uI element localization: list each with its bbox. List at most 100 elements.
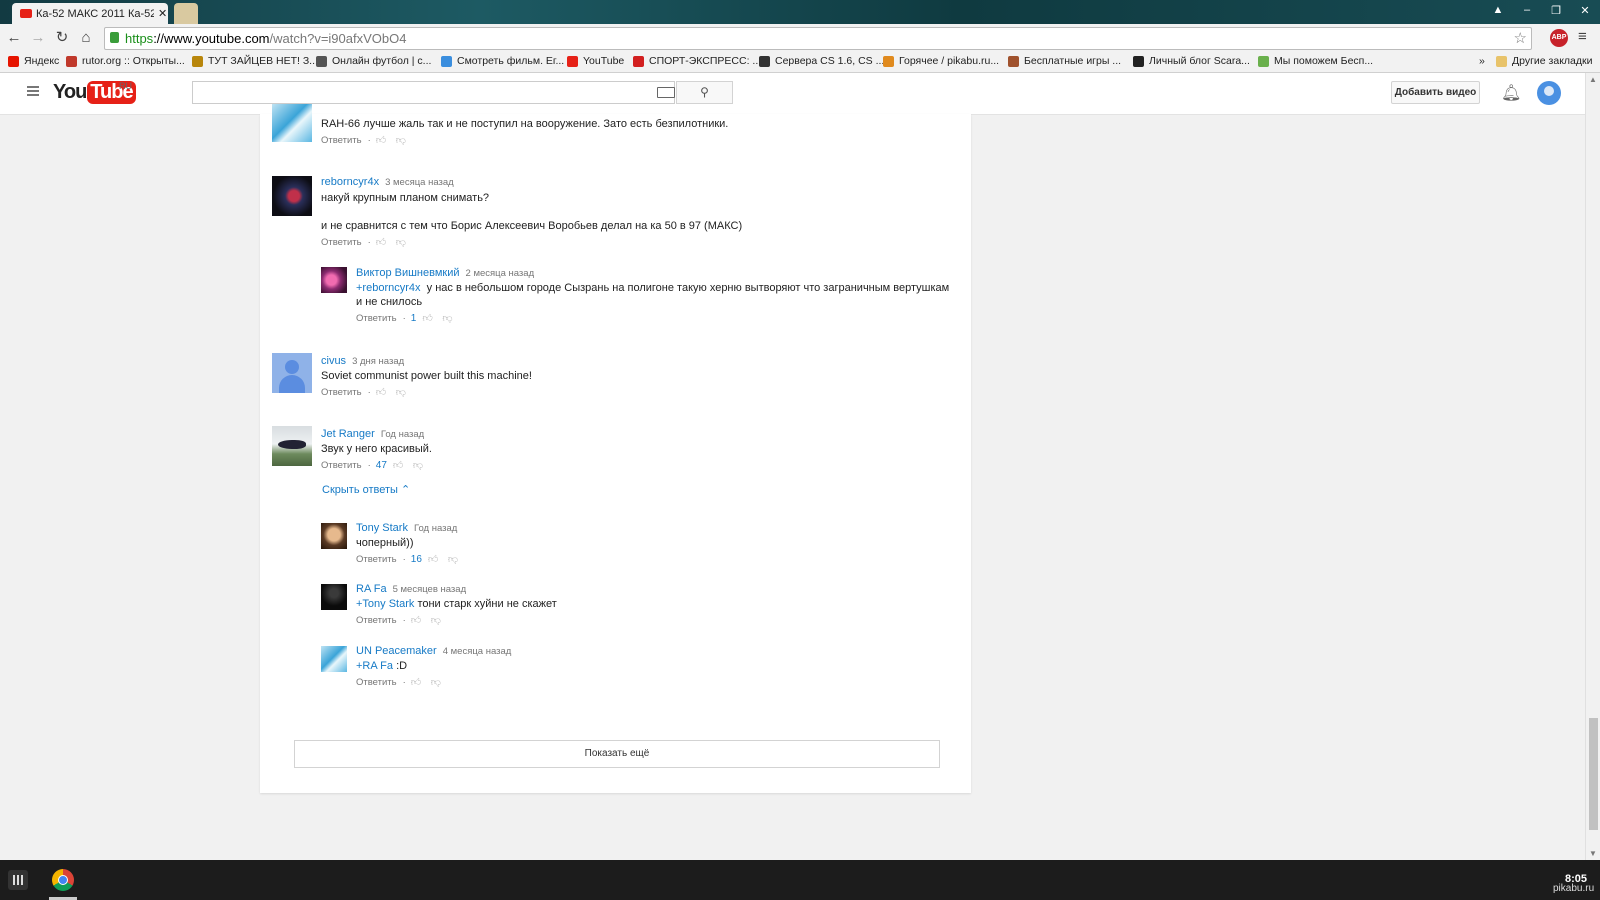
- lock-icon: [110, 32, 119, 43]
- new-tab-button[interactable]: [174, 3, 198, 24]
- avatar[interactable]: [321, 584, 347, 610]
- bookmark-item[interactable]: Мы поможем Бесп...: [1258, 55, 1373, 67]
- reply-link[interactable]: Ответить: [321, 135, 362, 146]
- bookmark-item[interactable]: ТУТ ЗАЙЦЕВ НЕТ! З...: [192, 55, 318, 67]
- tab-close-icon[interactable]: ✕: [158, 7, 167, 20]
- comment-time[interactable]: 3 месяца назад: [385, 177, 454, 188]
- chrome-menu-icon[interactable]: ≡: [1578, 28, 1587, 45]
- bookmark-item[interactable]: Бесплатные игры ...: [1008, 55, 1121, 67]
- bookmark-item[interactable]: Смотреть фильм. Ег...: [441, 55, 564, 67]
- avatar[interactable]: [321, 523, 347, 549]
- mention-link[interactable]: +reborncyr4x: [356, 282, 421, 294]
- thumbs-up-icon[interactable]: 👍︎: [376, 237, 386, 248]
- home-icon[interactable]: ⌂: [76, 28, 96, 48]
- avatar[interactable]: [272, 176, 312, 216]
- comment-time[interactable]: 3 дня назад: [352, 356, 404, 367]
- thumbs-down-icon[interactable]: 👎︎: [448, 554, 458, 565]
- thumbs-down-icon[interactable]: 👎︎: [442, 313, 452, 324]
- upload-button[interactable]: Добавить видео: [1391, 81, 1480, 104]
- comment-time[interactable]: 4 месяца назад: [443, 646, 512, 657]
- avatar[interactable]: [321, 646, 347, 672]
- avatar[interactable]: [272, 104, 312, 142]
- like-count: 1: [410, 313, 417, 324]
- reply-link[interactable]: Ответить: [321, 387, 362, 398]
- avatar[interactable]: [272, 426, 312, 466]
- chrome-icon[interactable]: [52, 869, 74, 891]
- thumbs-down-icon[interactable]: 👎︎: [396, 237, 406, 248]
- thumbs-up-icon[interactable]: 👍︎: [411, 615, 421, 626]
- thumbs-down-icon[interactable]: 👎︎: [413, 460, 423, 471]
- restore-icon[interactable]: ❐: [1545, 4, 1567, 17]
- profile-icon[interactable]: ▲: [1487, 4, 1509, 16]
- account-avatar[interactable]: [1537, 81, 1561, 105]
- other-bookmarks[interactable]: Другие закладки: [1496, 55, 1592, 67]
- reply-link[interactable]: Ответить: [356, 677, 397, 688]
- reply-link[interactable]: Ответить: [356, 313, 397, 324]
- bookmark-item[interactable]: СПОРТ-ЭКСПРЕСС: ...: [633, 55, 761, 67]
- comment-time[interactable]: Год назад: [381, 429, 424, 440]
- comment-author[interactable]: civus: [321, 355, 346, 367]
- like-count: 16: [410, 554, 422, 565]
- comment-author[interactable]: Виктор Вишневмкий: [356, 267, 460, 279]
- more-bookmarks-chevron[interactable]: »: [1479, 55, 1485, 67]
- mention-link[interactable]: +RA Fa: [356, 660, 393, 672]
- thumbs-down-icon[interactable]: 👎︎: [396, 135, 406, 146]
- thumbs-up-icon[interactable]: 👍︎: [376, 135, 386, 146]
- thumbs-up-icon[interactable]: 👍︎: [422, 313, 432, 324]
- tab-youtube-video[interactable]: Ка-52 МАКС 2011 Ка-52 ( ✕: [12, 3, 168, 24]
- bookmark-item[interactable]: Сервера CS 1.6, CS ...: [759, 55, 884, 67]
- reply-link[interactable]: Ответить: [321, 460, 362, 471]
- thumbs-up-icon[interactable]: 👍︎: [428, 554, 438, 565]
- minimize-icon[interactable]: –: [1516, 4, 1538, 16]
- bookmark-star-icon[interactable]: ☆: [1514, 28, 1527, 49]
- hide-replies-link[interactable]: Скрыть ответы ⌃: [322, 483, 410, 496]
- comment-author[interactable]: UN Peacemaker: [356, 645, 437, 657]
- reload-icon[interactable]: ↻: [52, 28, 72, 48]
- adblock-plus-icon[interactable]: ABP: [1550, 29, 1568, 47]
- bookmark-item[interactable]: Яндекс: [8, 55, 59, 67]
- app-launcher-icon[interactable]: [8, 870, 28, 890]
- scroll-down-arrow-icon[interactable]: ▼: [1589, 849, 1597, 858]
- page-scrollbar[interactable]: ▲ ▼: [1585, 73, 1600, 860]
- comment-author[interactable]: reborncyr4x: [321, 176, 379, 188]
- comment-author[interactable]: RA Fa: [356, 583, 387, 595]
- thumbs-down-icon[interactable]: 👎︎: [431, 615, 441, 626]
- forward-arrow-icon[interactable]: →: [28, 28, 48, 48]
- bookmark-item[interactable]: Личный блог Scara...: [1133, 55, 1250, 67]
- notifications-bell-icon[interactable]: 🔔︎: [1501, 83, 1521, 103]
- bookmark-item[interactable]: Онлайн футбол | с...: [316, 55, 431, 67]
- scroll-thumb[interactable]: [1589, 718, 1598, 830]
- scroll-up-arrow-icon[interactable]: ▲: [1589, 75, 1597, 84]
- bookmark-item[interactable]: Горячее / pikabu.ru...: [883, 55, 999, 67]
- show-more-button[interactable]: Показать ещё: [294, 740, 940, 768]
- thumbs-up-icon[interactable]: 👍︎: [411, 677, 421, 688]
- comment-author[interactable]: Tony Stark: [356, 522, 408, 534]
- keyboard-icon[interactable]: [657, 87, 675, 98]
- thumbs-down-icon[interactable]: 👎︎: [431, 677, 441, 688]
- comment-time[interactable]: 5 месяцев назад: [393, 584, 467, 595]
- search-button[interactable]: ⚲: [676, 81, 733, 104]
- comment-actions: Ответить · 👍︎ 👎︎: [321, 386, 406, 398]
- thumbs-up-icon[interactable]: 👍︎: [376, 387, 386, 398]
- reply-link[interactable]: Ответить: [356, 554, 397, 565]
- bookmark-item[interactable]: rutor.org :: Открыты...: [66, 55, 185, 67]
- default-avatar-icon[interactable]: [272, 353, 312, 393]
- comment-text: +RA Fa :D: [356, 660, 408, 672]
- chevron-up-icon: ⌃: [401, 484, 411, 496]
- thumbs-up-icon[interactable]: 👍︎: [393, 460, 403, 471]
- bookmarks-bar: Яндекс rutor.org :: Открыты... ТУТ ЗАЙЦЕ…: [0, 52, 1600, 73]
- bookmark-item[interactable]: YouTube: [567, 55, 624, 67]
- comment-time[interactable]: 2 месяца назад: [466, 268, 535, 279]
- address-bar[interactable]: https://www.youtube.com/watch?v=i90afxVO…: [104, 27, 1532, 50]
- guide-menu-icon[interactable]: [27, 86, 39, 98]
- search-input[interactable]: [192, 81, 675, 104]
- avatar[interactable]: [321, 267, 347, 293]
- reply-link[interactable]: Ответить: [321, 237, 362, 248]
- comment-time[interactable]: Год назад: [414, 523, 457, 534]
- close-window-icon[interactable]: ✕: [1574, 4, 1596, 17]
- back-arrow-icon[interactable]: ←: [4, 28, 24, 48]
- comment-author[interactable]: Jet Ranger: [321, 428, 375, 440]
- mention-link[interactable]: +Tony Stark: [356, 598, 414, 610]
- reply-link[interactable]: Ответить: [356, 615, 397, 626]
- thumbs-down-icon[interactable]: 👎︎: [396, 387, 406, 398]
